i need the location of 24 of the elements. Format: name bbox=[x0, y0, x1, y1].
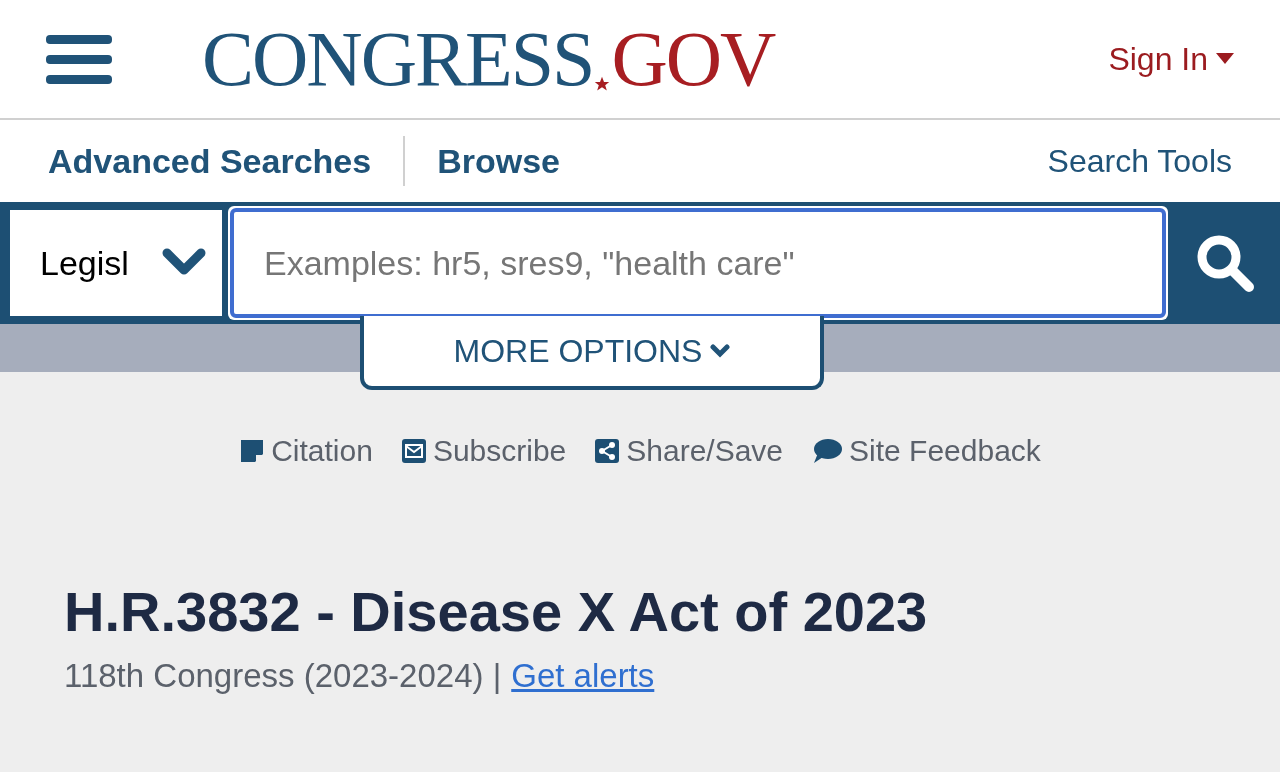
logo-text[interactable]: CONGRESS bbox=[202, 20, 594, 98]
congress-session: 118th Congress (2023-2024) | bbox=[64, 656, 502, 696]
caret-icon bbox=[1216, 53, 1234, 65]
logo-text[interactable]: GOV bbox=[611, 20, 775, 98]
nav-link[interactable]: Browse bbox=[437, 135, 560, 187]
scope-select[interactable]: Legisl bbox=[10, 210, 222, 316]
search-tools-link[interactable]: Search Tools bbox=[1047, 137, 1232, 185]
chevron-down-icon bbox=[710, 344, 731, 358]
speech-bubble-icon bbox=[811, 437, 844, 464]
more-options-button[interactable]: MORE OPTIONS bbox=[360, 316, 824, 390]
action-link[interactable]: Citation bbox=[239, 428, 373, 473]
envelope-icon bbox=[400, 437, 427, 464]
get-alerts-link[interactable]: Get alerts bbox=[511, 651, 655, 701]
note-icon bbox=[239, 437, 266, 464]
nav-link[interactable]: Advanced Searches bbox=[48, 135, 372, 187]
action-link[interactable]: Share/Save bbox=[594, 428, 784, 473]
action-link[interactable]: Subscribe bbox=[400, 428, 567, 473]
search-field[interactable]: Examples: hr5, sres9, "health care" bbox=[230, 208, 1166, 318]
action-link[interactable]: Site Feedback bbox=[811, 428, 1041, 473]
bill-title: H.R.3832 - Disease X Act of 2023 bbox=[64, 579, 929, 645]
sign-in-button[interactable]: Sign In bbox=[1108, 35, 1234, 83]
share-icon bbox=[594, 437, 621, 464]
star-icon bbox=[594, 76, 611, 92]
menu-button[interactable] bbox=[46, 34, 112, 84]
